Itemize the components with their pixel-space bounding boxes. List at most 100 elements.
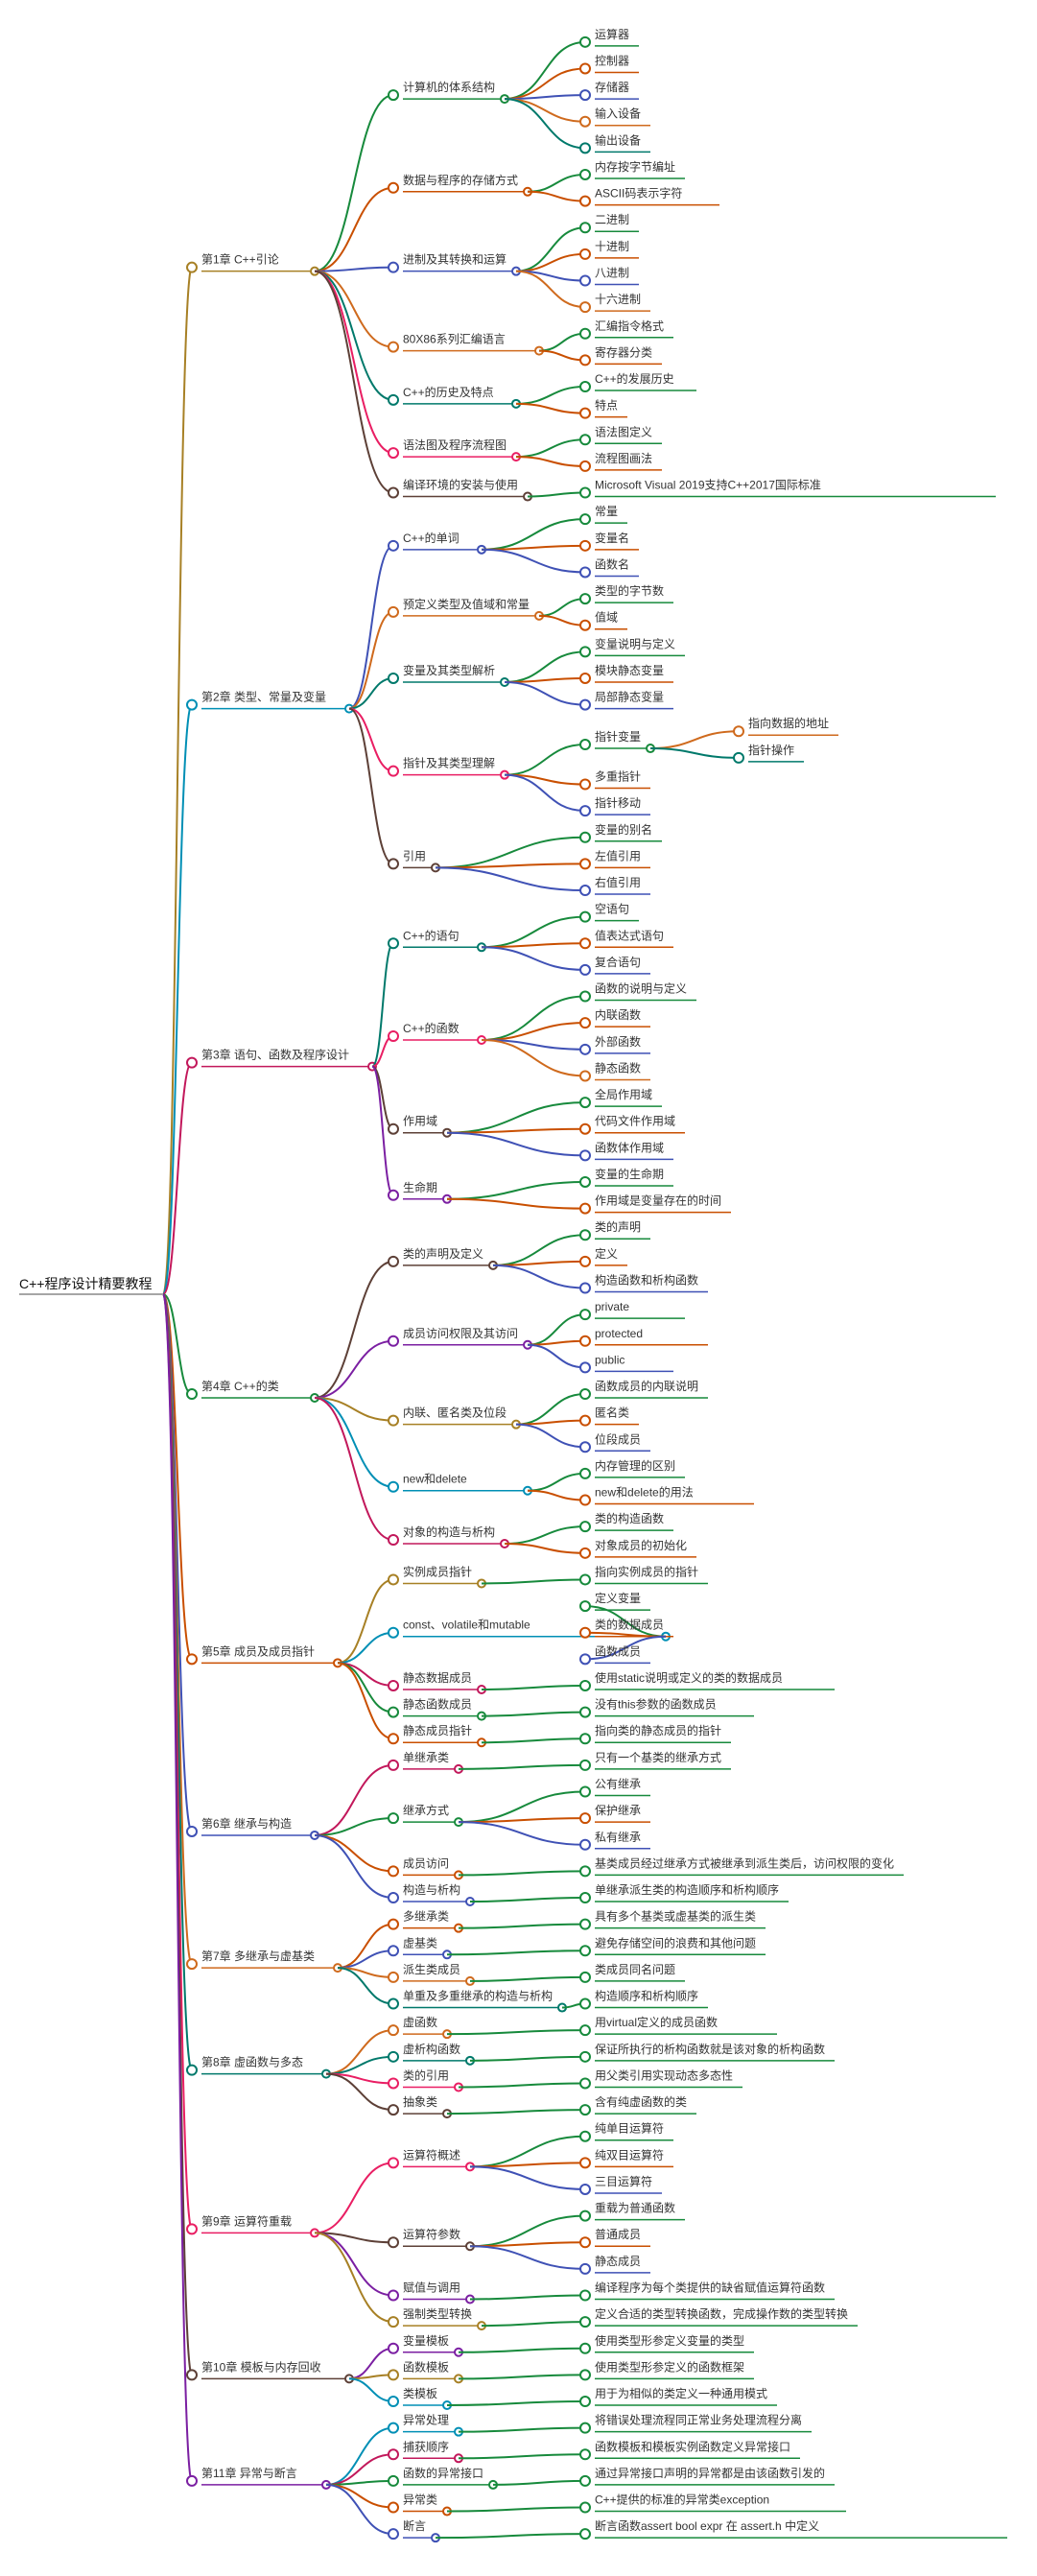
node-label: protected — [595, 1327, 643, 1340]
branch-node — [389, 395, 398, 405]
branch-node — [580, 2264, 590, 2274]
branch-node — [389, 2025, 398, 2035]
node-label: 静态函数成员 — [403, 1697, 472, 1712]
branch-node — [580, 833, 590, 842]
node-label: 运算符概述 — [403, 2147, 460, 2162]
node-label: 存储器 — [595, 80, 629, 94]
branch-node — [580, 1946, 590, 1955]
node-label: 输出设备 — [595, 132, 641, 147]
node-label: 只有一个基类的继承方式 — [595, 1750, 721, 1764]
branch-node — [580, 1230, 590, 1240]
chapter-label: 第11章 异常与断言 — [201, 2466, 297, 2480]
branch-node — [389, 2078, 398, 2088]
branch-node — [580, 1496, 590, 1505]
node-label: 函数名 — [595, 556, 629, 571]
node-label: 模块静态变量 — [595, 663, 664, 677]
node-label: 避免存储空间的浪费和其他问题 — [595, 1935, 756, 1950]
node-label: 内联函数 — [595, 1007, 641, 1022]
branch-node — [389, 2105, 398, 2115]
chapter-label: 第8章 虚函数与多态 — [201, 2055, 303, 2069]
branch-node — [389, 2237, 398, 2247]
chapter-node — [187, 2224, 197, 2233]
branch-node — [389, 263, 398, 272]
branch-node — [389, 1535, 398, 1545]
branch-node — [580, 1601, 590, 1611]
node-label: 寄存器分类 — [595, 344, 652, 359]
branch-node — [389, 2344, 398, 2353]
branch-node — [389, 2476, 398, 2486]
node-label: 对象成员的初始化 — [595, 1538, 687, 1552]
node-label: 对象的构造与析构 — [403, 1524, 495, 1539]
branch-node — [389, 1946, 398, 1955]
branch-node — [580, 514, 590, 524]
node-label: 定义 — [595, 1246, 618, 1261]
branch-node — [389, 859, 398, 868]
node-label: 编译环境的安装与使用 — [403, 478, 518, 492]
node-label: 指向实例成员的指针 — [595, 1564, 698, 1578]
branch-node — [389, 1257, 398, 1266]
branch-node — [580, 2105, 590, 2115]
branch-node — [389, 90, 398, 100]
node-label: 变量的生命期 — [595, 1167, 664, 1181]
branch-node — [389, 1893, 398, 1902]
branch-node — [580, 37, 590, 47]
node-label: 使用类型形参定义变量的类型 — [595, 2333, 744, 2348]
branch-node — [580, 1150, 590, 1160]
node-label: new和delete的用法 — [595, 1485, 694, 1500]
chapter-node — [187, 1654, 197, 1664]
node-label: C++的发展历史 — [595, 371, 674, 386]
chapter-node — [187, 1389, 197, 1399]
branch-node — [580, 700, 590, 710]
branch-node — [580, 647, 590, 656]
node-label: 内存管理的区别 — [595, 1458, 675, 1473]
branch-node — [580, 1654, 590, 1664]
branch-node — [389, 1734, 398, 1743]
node-label: 代码文件作用域 — [595, 1114, 675, 1128]
node-label: 输入设备 — [595, 106, 641, 121]
branch-node — [580, 1177, 590, 1187]
node-label: 公有继承 — [595, 1778, 641, 1791]
branch-node — [580, 1999, 590, 2009]
node-label: 函数模板 — [403, 2359, 449, 2374]
node-label: 语法图及程序流程图 — [403, 437, 507, 452]
node-label: 进制及其转换和运算 — [403, 252, 507, 267]
branch-node — [389, 2529, 398, 2539]
branch-node — [580, 329, 590, 339]
node-label: 断言函数assert bool expr 在 assert.h 中定义 — [595, 2518, 819, 2533]
node-label: 内存按字节编址 — [595, 159, 675, 174]
branch-node — [389, 2449, 398, 2459]
chapter-node — [187, 2370, 197, 2379]
chapter-label: 第2章 类型、常量及变量 — [201, 690, 326, 704]
node-label: 作用域 — [403, 1115, 437, 1128]
branch-node — [580, 740, 590, 749]
node-label: 通过异常接口声明的异常都是由该函数引发的 — [595, 2466, 825, 2480]
branch-node — [580, 1362, 590, 1372]
branch-node — [389, 2503, 398, 2513]
branch-node — [580, 2185, 590, 2194]
node-label: 函数的说明与定义 — [595, 981, 687, 996]
node-label: 数据与程序的存储方式 — [403, 173, 518, 187]
node-label: 右值引用 — [595, 875, 641, 889]
branch-node — [580, 1920, 590, 1929]
node-label: 特点 — [595, 398, 618, 413]
node-label: 定义合适的类型转换函数，完成操作数的类型转换 — [595, 2306, 848, 2321]
node-label: 值表达式语句 — [595, 928, 664, 942]
node-label: new和delete — [403, 1473, 467, 1486]
branch-node — [580, 461, 590, 471]
node-label: 复合语句 — [595, 955, 641, 969]
branch-node — [389, 1761, 398, 1770]
node-label: 函数模板和模板实例函数定义异常接口 — [595, 2439, 790, 2453]
branch-node — [580, 249, 590, 259]
node-label: 预定义类型及值域和常量 — [403, 597, 530, 611]
node-label: 多继承类 — [403, 1910, 449, 1924]
chapter-label: 第1章 C++引论 — [201, 252, 279, 267]
node-label: 类型的字节数 — [595, 583, 664, 598]
branch-node — [580, 567, 590, 577]
branch-node — [580, 1866, 590, 1876]
branch-node — [580, 2132, 590, 2141]
node-label: 静态成员指针 — [403, 1723, 472, 1737]
branch-node — [389, 2423, 398, 2433]
node-label: 用于为相似的类定义一种通用模式 — [595, 2386, 767, 2400]
node-label: 构造函数和析构函数 — [595, 1273, 698, 1288]
branch-node — [580, 1973, 590, 1982]
